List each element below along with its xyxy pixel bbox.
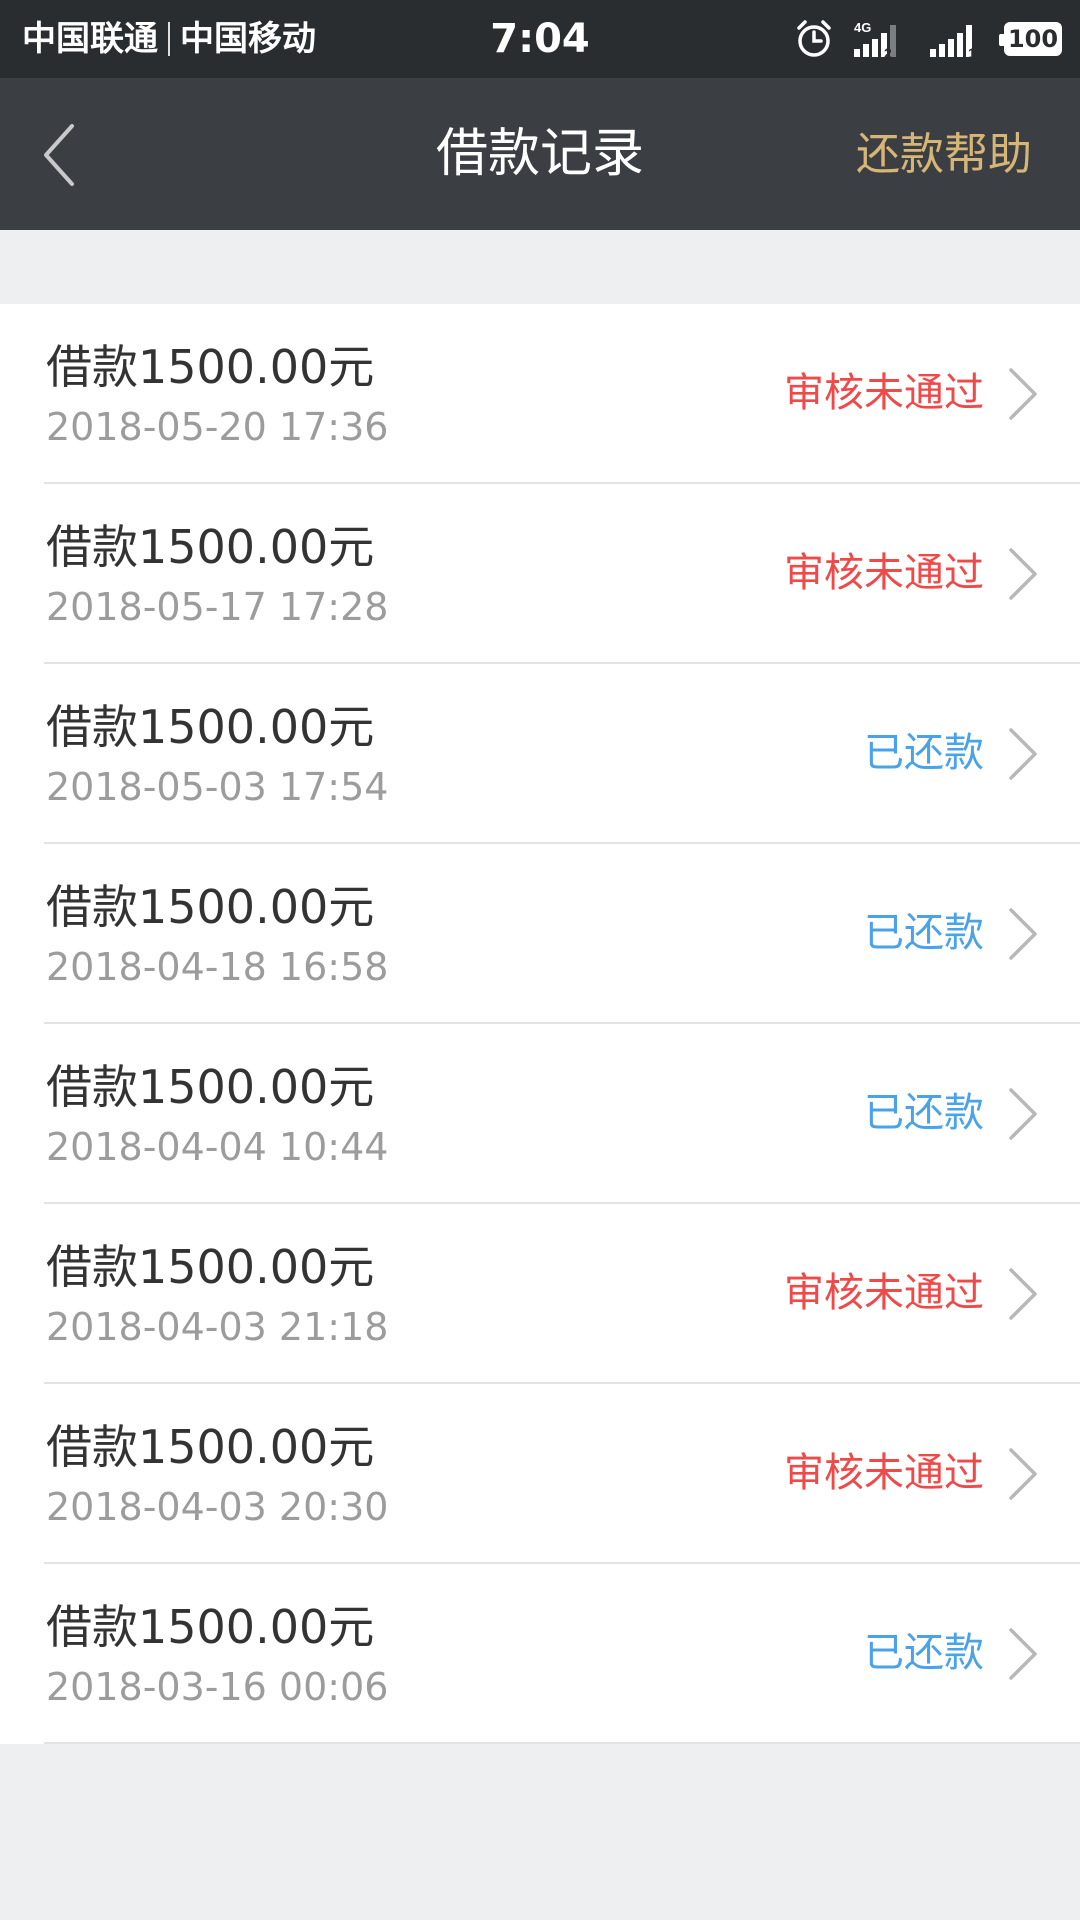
chevron-right-icon	[1009, 368, 1037, 420]
navigation-bar: 借款记录 还款帮助	[0, 78, 1080, 230]
row-divider	[44, 1742, 1080, 1744]
chevron-right-icon	[1009, 1448, 1037, 1500]
loan-amount: 借款1500.00元	[46, 1420, 375, 1474]
status-badge: 已还款	[864, 910, 984, 956]
loan-date: 2018-05-20 17:36	[46, 405, 389, 449]
loan-record-row[interactable]: 借款1500.00元 2018-04-03 20:30 审核未通过	[0, 1384, 1080, 1564]
chevron-right-icon	[1009, 548, 1037, 600]
loan-amount: 借款1500.00元	[46, 340, 375, 394]
sim-2-label: 2	[884, 45, 892, 59]
loan-amount: 借款1500.00元	[46, 1060, 375, 1114]
loan-record-row[interactable]: 借款1500.00元 2018-04-18 16:58 已还款	[0, 844, 1080, 1024]
loan-record-row[interactable]: 借款1500.00元 2018-04-03 21:18 审核未通过	[0, 1204, 1080, 1384]
chevron-right-icon	[1009, 1628, 1037, 1680]
loan-date: 2018-05-17 17:28	[46, 585, 389, 629]
sim-1-label: 1	[968, 45, 976, 59]
status-badge: 审核未通过	[784, 370, 984, 416]
loan-record-row[interactable]: 借款1500.00元 2018-04-04 10:44 已还款	[0, 1024, 1080, 1204]
loan-date: 2018-04-04 10:44	[46, 1125, 389, 1169]
status-badge: 审核未通过	[784, 550, 984, 596]
loan-record-row[interactable]: 借款1500.00元 2018-05-03 17:54 已还款	[0, 664, 1080, 844]
chevron-right-icon	[1009, 1268, 1037, 1320]
loan-amount: 借款1500.00元	[46, 880, 375, 934]
status-badge: 审核未通过	[784, 1270, 984, 1316]
status-icons: 4G 2 1 100	[794, 16, 1062, 62]
loan-record-row[interactable]: 借款1500.00元 2018-05-20 17:36 审核未通过	[0, 304, 1080, 484]
loan-date: 2018-04-18 16:58	[46, 945, 389, 989]
signal-icon: 1	[930, 25, 976, 59]
loan-date: 2018-03-16 00:06	[46, 1665, 389, 1709]
signal-4g-icon: 4G 2	[854, 20, 896, 59]
status-badge: 已还款	[864, 1630, 984, 1676]
loan-amount: 借款1500.00元	[46, 520, 375, 574]
chevron-right-icon	[1009, 1088, 1037, 1140]
loan-amount: 借款1500.00元	[46, 1600, 375, 1654]
loan-record-list: 借款1500.00元 2018-05-20 17:36 审核未通过 借款1500.00…	[0, 304, 1080, 1744]
loan-date: 2018-05-03 17:54	[46, 765, 389, 809]
battery-icon: 100	[999, 22, 1062, 56]
loan-record-row[interactable]: 借款1500.00元 2018-03-16 00:06 已还款	[0, 1564, 1080, 1744]
status-badge: 已还款	[864, 1090, 984, 1136]
repayment-help-link[interactable]: 还款帮助	[856, 128, 1032, 182]
alarm-icon	[797, 20, 831, 57]
status-badge: 审核未通过	[784, 1450, 984, 1496]
loan-record-row[interactable]: 借款1500.00元 2018-05-17 17:28 审核未通过	[0, 484, 1080, 664]
loan-amount: 借款1500.00元	[46, 700, 375, 754]
chevron-right-icon	[1009, 908, 1037, 960]
loan-date: 2018-04-03 20:30	[46, 1485, 389, 1529]
loan-amount: 借款1500.00元	[46, 1240, 375, 1294]
status-badge: 已还款	[864, 730, 984, 776]
loan-date: 2018-04-03 21:18	[46, 1305, 389, 1349]
status-bar: 中国联通 中国移动 7:04 4G 2 1 100	[0, 0, 1080, 78]
network-type-label: 4G	[854, 20, 871, 35]
chevron-right-icon	[1009, 728, 1037, 780]
